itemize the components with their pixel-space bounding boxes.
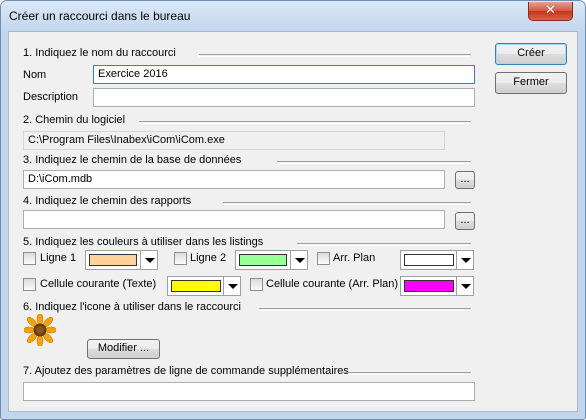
section-2-title: 2. Chemin du logiciel <box>23 114 126 126</box>
software-path-field: C:\Program Files\Inabex\iCom\iCom.exe <box>23 131 445 150</box>
section-2-divider <box>139 121 471 124</box>
cell-texte-label: Cellule courante (Texte) <box>40 278 157 290</box>
section-3-divider <box>277 161 471 164</box>
cell-texte-checkbox[interactable] <box>23 278 36 291</box>
section-1-divider <box>199 54 471 57</box>
cell-arr-plan-dropdown-arrow[interactable] <box>456 277 473 295</box>
section-3-title: 3. Indiquez le chemin de la base de donn… <box>23 154 242 166</box>
chevron-down-icon <box>228 284 238 289</box>
reports-path-input[interactable] <box>23 210 445 229</box>
cell-texte-dropdown-arrow[interactable] <box>223 277 240 295</box>
arr-plan-checkbox[interactable] <box>317 252 330 265</box>
ligne1-label: Ligne 1 <box>40 252 77 264</box>
close-icon: ✕ <box>545 3 556 18</box>
section-4-divider <box>223 202 471 205</box>
chevron-down-icon <box>461 258 471 263</box>
arr-plan-dropdown-arrow[interactable] <box>456 251 473 269</box>
ligne2-color-swatch <box>239 254 287 266</box>
cmd-params-input[interactable] <box>23 382 475 401</box>
chevron-down-icon <box>461 284 471 289</box>
db-path-input[interactable]: D:\iCom.mdb <box>23 170 445 189</box>
section-7-title: 7. Ajoutez des paramètres de ligne de co… <box>23 365 349 377</box>
cell-arr-plan-color-swatch <box>404 280 454 292</box>
arr-plan-color-dropdown[interactable] <box>400 250 474 270</box>
fermer-button[interactable]: Fermer <box>495 72 567 94</box>
db-browse-button[interactable]: ... <box>455 171 475 189</box>
ligne2-color-dropdown[interactable] <box>235 250 308 270</box>
ligne2-label: Ligne 2 <box>190 252 227 264</box>
nom-input[interactable]: Exercice 2016 <box>93 65 475 84</box>
cell-texte-color-dropdown[interactable] <box>167 276 241 296</box>
section-6-divider <box>259 308 471 311</box>
cell-arr-plan-label: Cellule courante (Arr. Plan) <box>266 278 399 290</box>
dialog-window: Créer un raccourci dans le bureau ✕ 1. I… <box>0 0 586 420</box>
section-5-divider <box>297 243 471 246</box>
description-input[interactable] <box>93 88 475 107</box>
ligne1-checkbox[interactable] <box>23 252 36 265</box>
chevron-down-icon <box>145 258 155 263</box>
ligne1-dropdown-arrow[interactable] <box>140 251 157 269</box>
arr-plan-label: Arr. Plan <box>333 252 376 264</box>
ligne1-color-swatch <box>89 254 137 266</box>
window-title: Créer un raccourci dans le bureau <box>9 9 191 23</box>
section-7-divider <box>341 372 471 375</box>
ligne1-color-dropdown[interactable] <box>85 250 158 270</box>
section-4-title: 4. Indiquez le chemin des rapports <box>23 195 192 207</box>
section-5-title: 5. Indiquez les couleurs à utiliser dans… <box>23 236 264 248</box>
modifier-icon-button[interactable]: Modifier ... <box>87 339 160 359</box>
arr-plan-color-swatch <box>404 254 454 266</box>
close-button[interactable]: ✕ <box>528 2 573 21</box>
description-label: Description <box>23 91 79 103</box>
creer-button[interactable]: Créer <box>495 43 567 65</box>
chevron-down-icon <box>295 258 305 263</box>
section-6-title: 6. Indiquez l'icone à utiliser dans le r… <box>23 301 241 313</box>
nom-label: Nom <box>23 69 47 81</box>
sunflower-icon <box>24 314 56 346</box>
cell-arr-plan-color-dropdown[interactable] <box>400 276 474 296</box>
cell-arr-plan-checkbox[interactable] <box>250 278 263 291</box>
ligne2-checkbox[interactable] <box>174 252 187 265</box>
cell-texte-color-swatch <box>171 280 221 292</box>
title-bar[interactable]: Créer un raccourci dans le bureau ✕ <box>1 1 585 31</box>
ligne2-dropdown-arrow[interactable] <box>290 251 307 269</box>
section-1-title: 1. Indiquez le nom du raccourci <box>23 47 176 59</box>
dialog-body: 1. Indiquez le nom du raccourci Nom Exer… <box>8 31 578 412</box>
reports-browse-button[interactable]: ... <box>455 212 475 230</box>
